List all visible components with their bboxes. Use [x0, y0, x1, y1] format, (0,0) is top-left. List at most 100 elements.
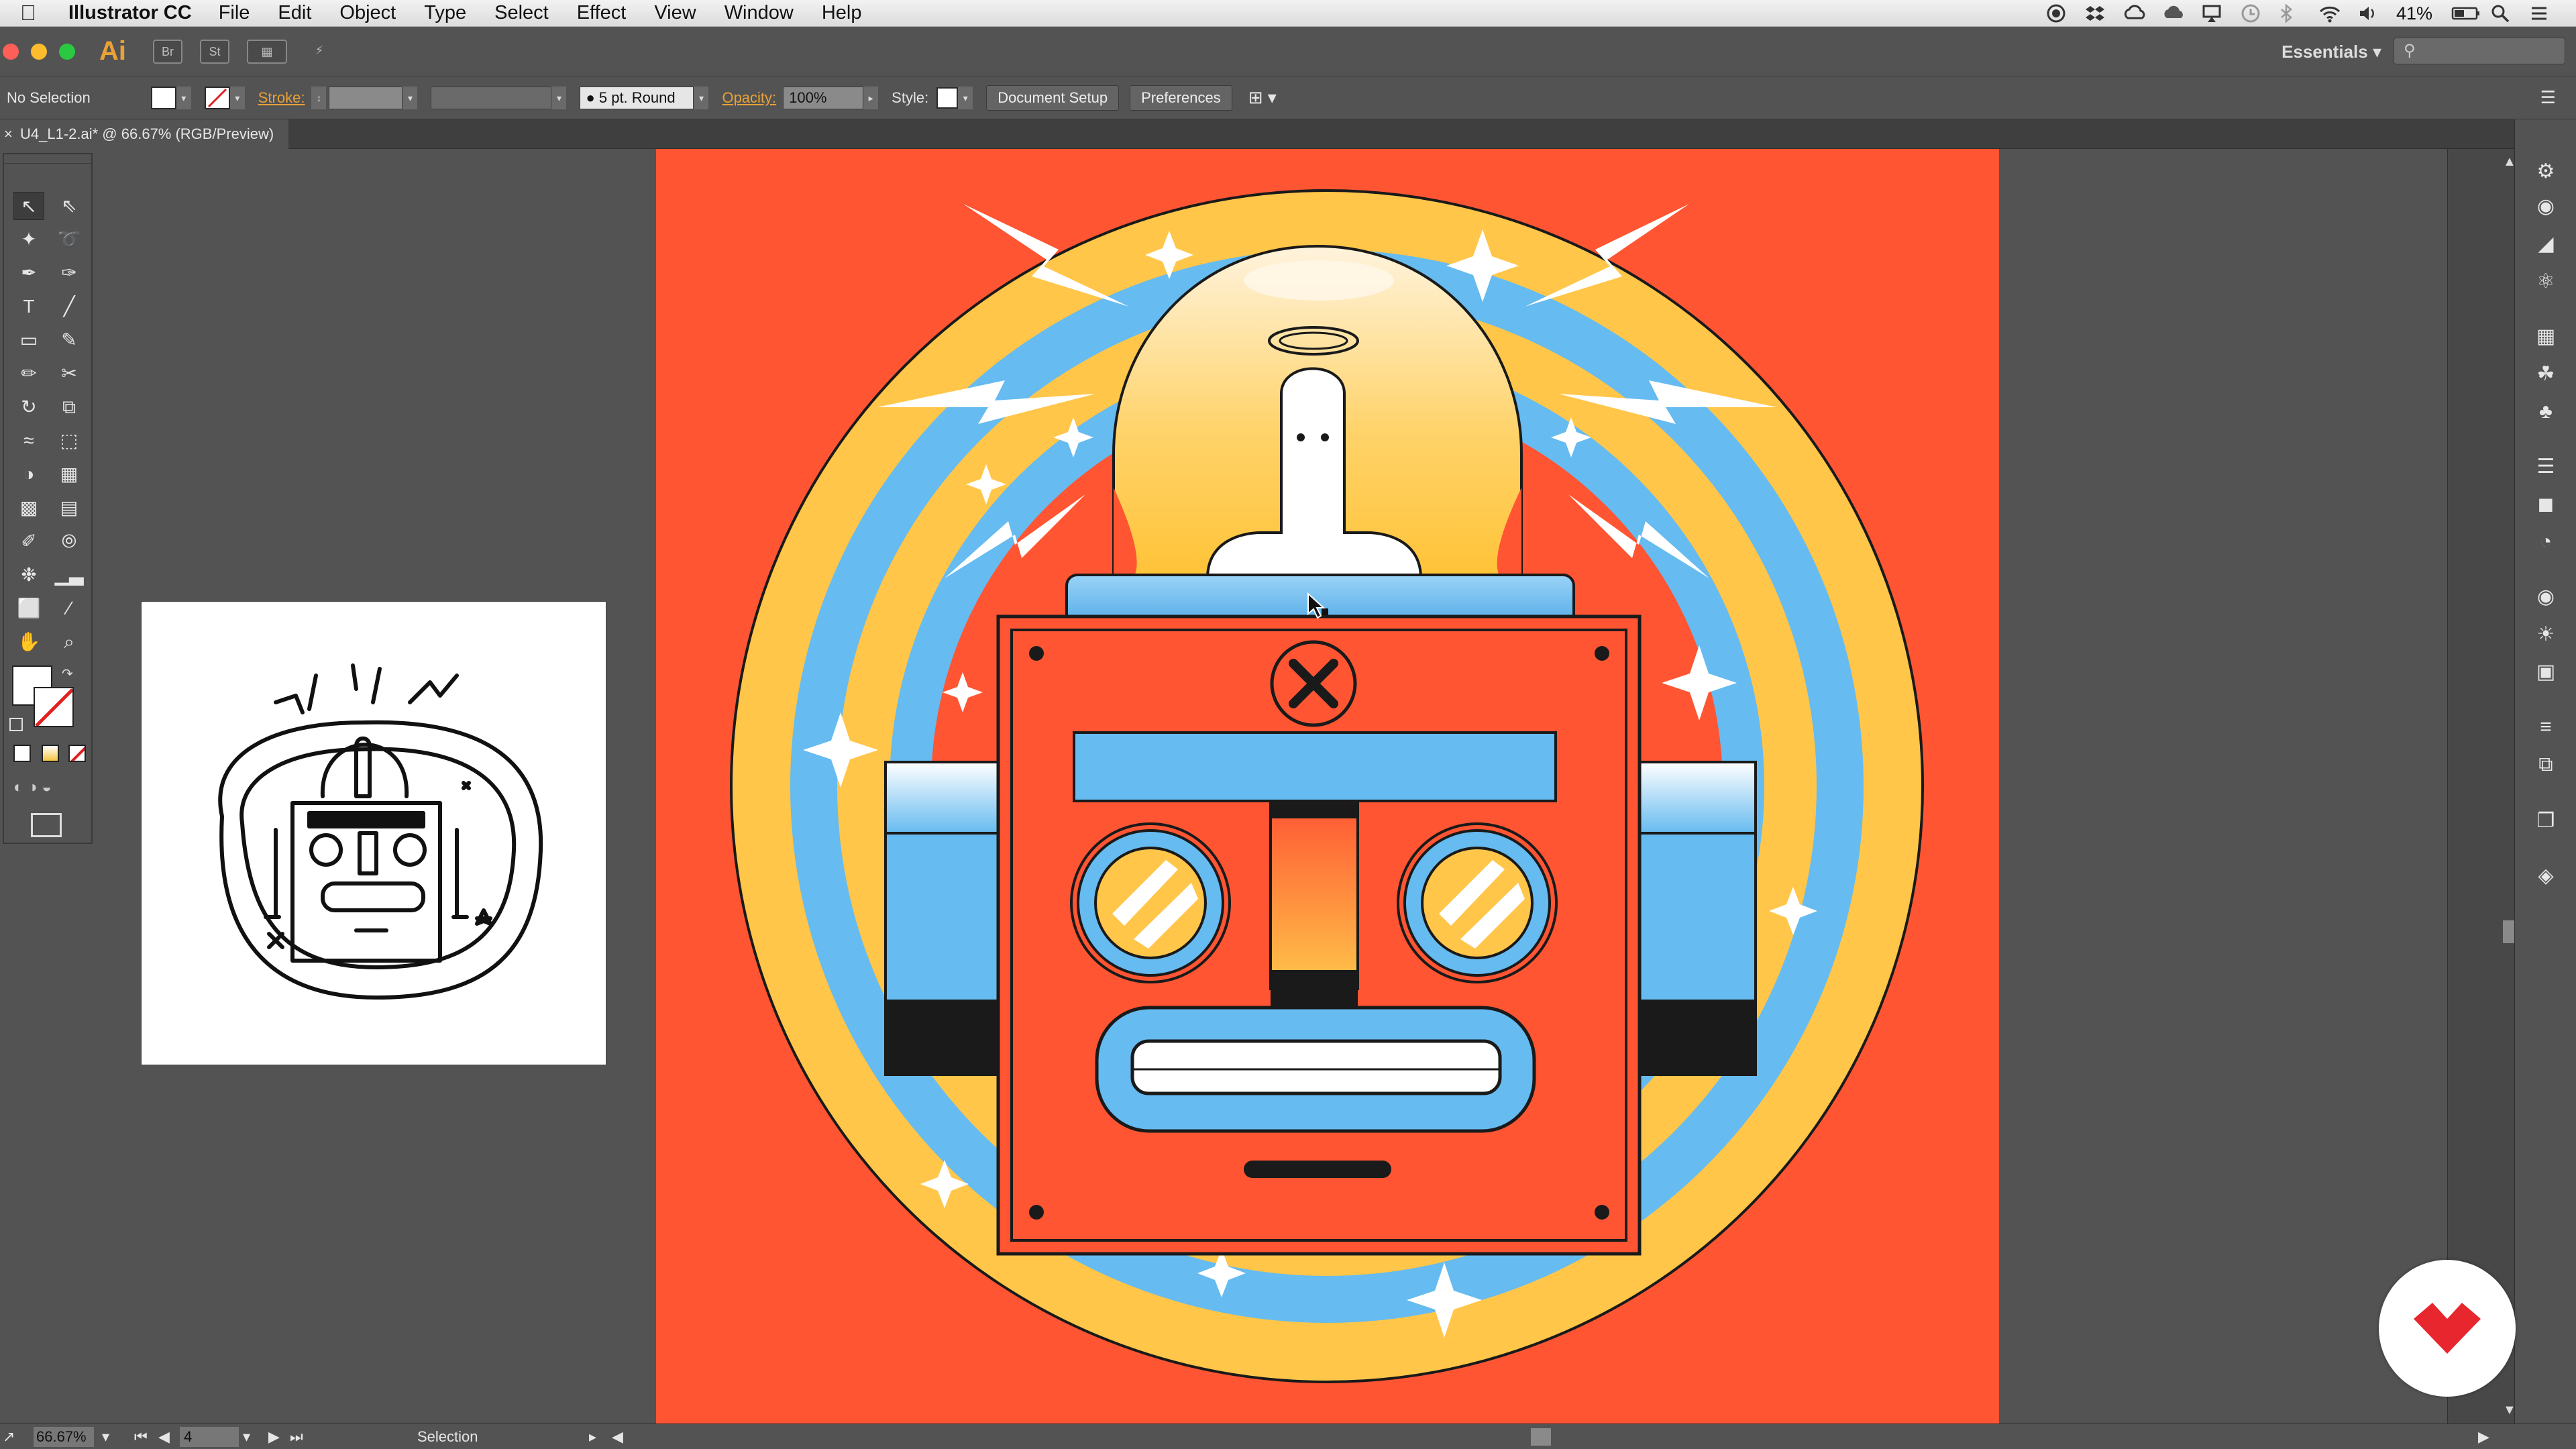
preferences-button[interactable]: Preferences [1130, 85, 1232, 111]
color-mode-button[interactable] [13, 745, 31, 762]
rotate-tool-icon[interactable]: ↻ [13, 393, 44, 421]
pathfinder-panel-icon[interactable]: ⧉ [2534, 753, 2558, 777]
slice-tool-icon[interactable]: ∕ [54, 594, 85, 623]
menu-type[interactable]: Type [424, 2, 466, 24]
arrange-documents-icon[interactable]: ▦ [247, 39, 287, 64]
time-machine-icon[interactable] [2241, 3, 2261, 23]
horizontal-scrollbar-thumb[interactable] [1531, 1428, 1551, 1446]
workspace-switcher[interactable]: Essentials ▾ [2282, 42, 2381, 62]
paintbrush-icon[interactable]: ✎ [54, 326, 85, 354]
align-panel-icon[interactable]: ≡ [2534, 715, 2558, 739]
graphic-style-dropdown[interactable]: ▾ [958, 86, 973, 109]
none-mode-button[interactable] [68, 745, 86, 762]
stroke-weight-dropdown[interactable]: ▾ [402, 86, 418, 109]
minimize-window-button[interactable] [31, 43, 47, 60]
gradient-mode-button[interactable] [42, 745, 59, 762]
symbols-panel-icon[interactable]: ☘ [2534, 362, 2558, 386]
zoom-level-field[interactable]: 66.67% [34, 1427, 94, 1447]
scroll-right-arrow[interactable]: ▶ [2478, 1428, 2489, 1446]
record-icon[interactable] [2046, 3, 2066, 23]
artboard-dropdown[interactable]: ▾ [243, 1428, 250, 1446]
variable-width-field[interactable] [431, 86, 552, 109]
mesh-tool-icon[interactable]: ▩ [13, 494, 44, 522]
info-panel-icon[interactable]: ☀ [2534, 623, 2558, 647]
first-artboard-button[interactable]: ⏮ [134, 1428, 148, 1446]
previous-artboard-button[interactable]: ◀ [158, 1428, 170, 1446]
zoom-dropdown[interactable]: ▾ [102, 1428, 109, 1446]
status-share-icon[interactable]: ↗ [3, 1428, 15, 1446]
stroke-panel-icon[interactable]: ◢ [2534, 232, 2558, 256]
blend-tool-icon[interactable]: ⦾ [54, 527, 85, 555]
wifi-icon[interactable] [2318, 3, 2341, 23]
shape-builder-icon[interactable]: ◑ [13, 460, 44, 488]
stroke-swatch[interactable] [204, 86, 230, 109]
bluetooth-icon[interactable] [2279, 3, 2300, 23]
stock-button[interactable]: St [200, 39, 229, 64]
appearance-panel-icon[interactable]: ⚛ [2534, 270, 2558, 294]
artboard-tool-icon[interactable]: ⬜ [13, 594, 44, 623]
screen-mode-icon[interactable] [31, 813, 62, 837]
magic-wand-icon[interactable]: ✦ [13, 225, 44, 254]
bridge-button[interactable]: Br [153, 39, 182, 64]
close-window-button[interactable] [3, 43, 19, 60]
eyedropper-icon[interactable]: ✐ [13, 527, 44, 555]
menu-effect[interactable]: Effect [577, 2, 627, 24]
close-tab-icon[interactable]: × [4, 119, 13, 149]
stroke-dropdown[interactable]: ▾ [229, 86, 245, 109]
notification-center-icon[interactable] [2529, 3, 2549, 23]
scale-tool-icon[interactable]: ⧉ [54, 393, 85, 421]
gpu-performance-icon[interactable]: ⚡ [305, 40, 334, 64]
rectangle-tool-icon[interactable]: ▭ [13, 326, 44, 354]
opacity-label[interactable]: Opacity: [722, 89, 776, 107]
swatches-panel-icon[interactable]: ▦ [2534, 325, 2558, 349]
dropbox-icon[interactable] [2085, 3, 2105, 23]
hand-tool-icon[interactable]: ✋ [13, 628, 44, 656]
stroke-weight-panel-icon[interactable]: ☰ [2534, 455, 2558, 479]
stroke-box[interactable] [34, 687, 74, 727]
symbol-sprayer-icon[interactable]: ❉ [13, 561, 44, 589]
variable-width-dropdown[interactable]: ▾ [551, 86, 567, 109]
airplay-icon[interactable] [2202, 3, 2222, 23]
volume-icon[interactable] [2357, 3, 2377, 23]
curvature-tool-icon[interactable]: ✑ [54, 259, 85, 287]
menu-file[interactable]: File [219, 2, 250, 24]
document-setup-button[interactable]: Document Setup [986, 85, 1120, 111]
pen-tool-icon[interactable]: ✒ [13, 259, 44, 287]
cloud-icon[interactable] [2163, 3, 2183, 23]
transparency-panel-icon[interactable]: ◔ [2534, 530, 2558, 554]
brush-definition-field[interactable]: ● 5 pt. Round [580, 86, 694, 109]
battery-icon[interactable] [2451, 3, 2479, 23]
spotlight-icon[interactable] [2490, 3, 2510, 23]
apple-icon[interactable]:  [20, 1, 54, 25]
warp-tool-icon[interactable]: ≈ [13, 427, 44, 455]
graph-tool-icon[interactable]: ▁▃ [54, 561, 85, 589]
stroke-weight-field[interactable] [329, 86, 403, 109]
menu-view[interactable]: View [654, 2, 696, 24]
menu-window[interactable]: Window [724, 2, 794, 24]
align-options-icon[interactable]: ⊞ ▾ [1248, 87, 1277, 108]
shaper-tool-icon[interactable]: ✏ [13, 360, 44, 388]
lasso-icon[interactable]: ➰ [54, 225, 85, 254]
scissors-icon[interactable]: ✂ [54, 360, 85, 388]
swap-fill-stroke-icon[interactable]: ↷ [62, 665, 73, 682]
zoom-tool-icon[interactable]: ⌕ [54, 628, 85, 656]
tools-panel-header[interactable] [4, 154, 91, 164]
artboard-number-field[interactable]: 4 [180, 1427, 239, 1447]
opacity-dropdown[interactable]: ▸ [863, 86, 879, 109]
perspective-grid-icon[interactable]: ▦ [54, 460, 85, 488]
color-panel-icon[interactable]: ◉ [2534, 585, 2558, 609]
brushes-panel-icon[interactable]: ◉ [2534, 195, 2558, 219]
drawing-modes-icon[interactable]: ◐ ◑ ◒ [13, 778, 52, 797]
brush-definition-dropdown[interactable]: ▾ [694, 86, 709, 109]
line-tool-icon[interactable]: ╱ [54, 292, 85, 321]
free-transform-icon[interactable]: ⬚ [54, 427, 85, 455]
panel-menu-icon[interactable]: ☰ [2540, 87, 2556, 108]
fill-dropdown[interactable]: ▾ [176, 86, 191, 109]
zoom-window-button[interactable] [59, 43, 75, 60]
color-guide-icon[interactable]: ⚙ [2534, 160, 2558, 184]
stroke-label[interactable]: Stroke: [258, 89, 305, 107]
artboard[interactable] [656, 149, 1999, 1424]
menu-object[interactable]: Object [339, 2, 396, 24]
status-menu-arrow[interactable]: ▸ [589, 1428, 596, 1446]
sketch-reference-image[interactable] [141, 601, 606, 1065]
